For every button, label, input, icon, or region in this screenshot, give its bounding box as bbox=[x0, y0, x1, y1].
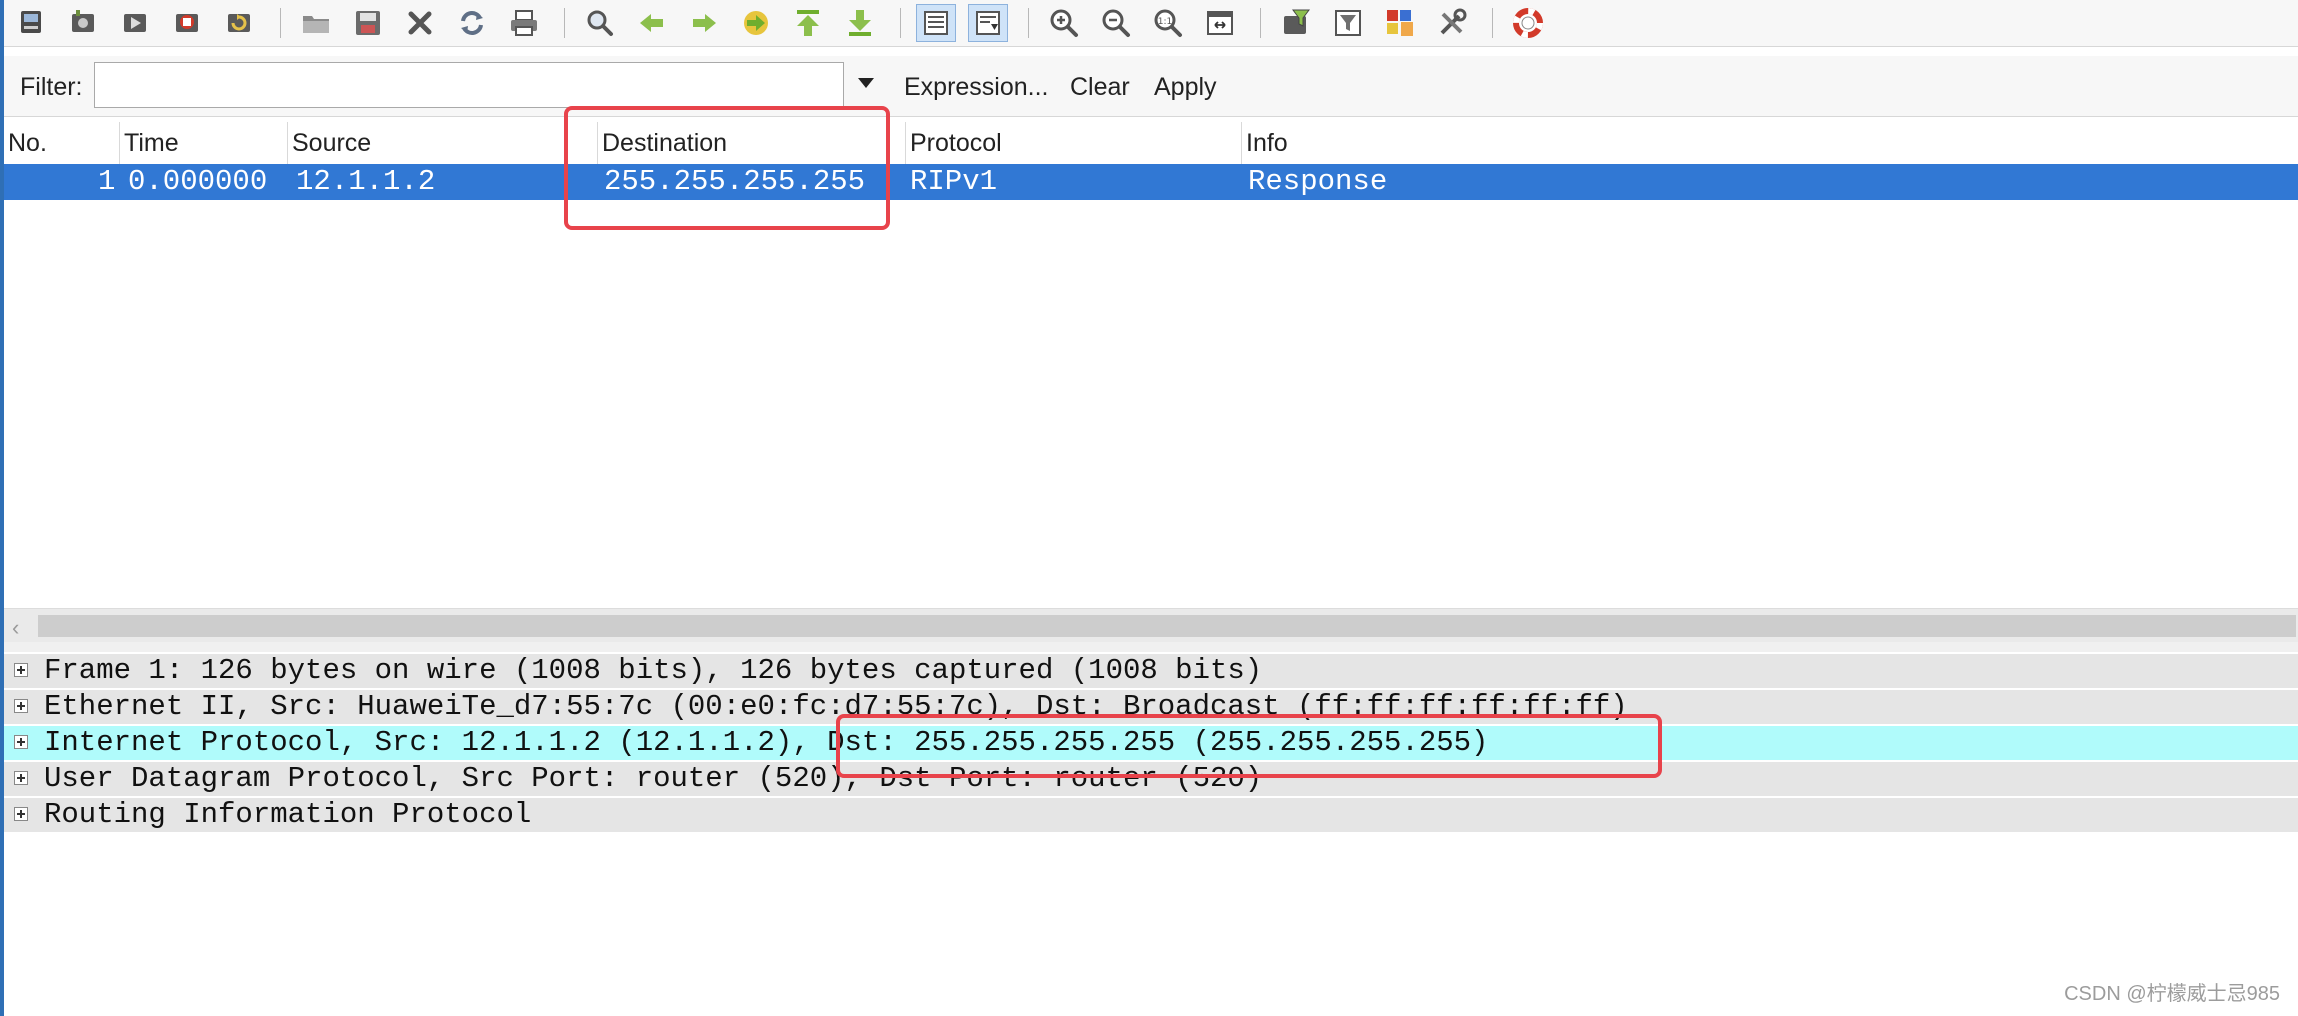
normal-size-icon[interactable]: 1:1 bbox=[1148, 4, 1188, 42]
filter-label: Filter: bbox=[20, 73, 83, 101]
filter-toolbar: Filter: Expression... Clear Apply bbox=[4, 56, 2298, 117]
toolbar-separator bbox=[1260, 8, 1261, 38]
interfaces-icon[interactable] bbox=[12, 4, 52, 42]
go-forward-icon[interactable] bbox=[684, 4, 724, 42]
start-capture-icon[interactable] bbox=[116, 4, 156, 42]
filter-input[interactable] bbox=[94, 62, 844, 108]
toolbar-separator bbox=[1492, 8, 1493, 38]
svg-text:1:1: 1:1 bbox=[1158, 17, 1172, 27]
scrollbar-thumb[interactable] bbox=[38, 615, 2296, 637]
capture-options-icon[interactable] bbox=[64, 4, 104, 42]
expand-icon[interactable] bbox=[14, 735, 28, 749]
annotation-box-dst-address bbox=[836, 714, 1662, 778]
tree-item-frame[interactable]: Frame 1: 126 bytes on wire (1008 bits), … bbox=[4, 654, 2298, 690]
help-icon[interactable] bbox=[1508, 4, 1548, 42]
open-file-icon[interactable] bbox=[296, 4, 336, 42]
toolbar-separator bbox=[900, 8, 901, 38]
expand-icon[interactable] bbox=[14, 663, 28, 677]
watermark: CSDN @柠檬威士忌985 bbox=[2064, 983, 2280, 1005]
apply-button[interactable]: Apply bbox=[1154, 73, 1217, 102]
go-to-packet-icon[interactable] bbox=[736, 4, 776, 42]
main-toolbar: 1:1 bbox=[4, 0, 2298, 47]
cell-no: 1 bbox=[98, 165, 116, 198]
scroll-left-icon[interactable]: ‹ bbox=[12, 615, 19, 641]
packet-details-pane: Frame 1: 126 bytes on wire (1008 bits), … bbox=[4, 652, 2298, 1016]
display-filters-icon[interactable] bbox=[1328, 4, 1368, 42]
resize-columns-icon[interactable] bbox=[1200, 4, 1240, 42]
column-header-source[interactable]: Source bbox=[288, 122, 598, 164]
colorize-icon[interactable] bbox=[916, 4, 956, 42]
expression-button[interactable]: Expression... bbox=[904, 73, 1049, 102]
coloring-rules-icon[interactable] bbox=[1380, 4, 1420, 42]
restart-capture-icon[interactable] bbox=[220, 4, 260, 42]
packet-row[interactable]: 1 0.000000 12.1.1.2 255.255.255.255 RIPv… bbox=[4, 164, 2298, 200]
cell-protocol: RIPv1 bbox=[910, 165, 998, 198]
print-icon[interactable] bbox=[504, 4, 544, 42]
toolbar-separator bbox=[1028, 8, 1029, 38]
annotation-box-destination bbox=[564, 106, 890, 230]
column-header-time[interactable]: Time bbox=[120, 122, 288, 164]
cell-source: 12.1.1.2 bbox=[296, 165, 436, 198]
zoom-in-icon[interactable] bbox=[1044, 4, 1084, 42]
go-back-icon[interactable] bbox=[632, 4, 672, 42]
find-packet-icon[interactable] bbox=[580, 4, 620, 42]
expand-icon[interactable] bbox=[14, 699, 28, 713]
packet-list-header: No. Time Source Destination Protocol Inf… bbox=[4, 122, 2298, 165]
save-file-icon[interactable] bbox=[348, 4, 388, 42]
cell-info: Response bbox=[1248, 165, 1388, 198]
zoom-out-icon[interactable] bbox=[1096, 4, 1136, 42]
tree-item-label: Frame 1: 126 bytes on wire (1008 bits), … bbox=[44, 654, 1263, 687]
toolbar-separator bbox=[564, 8, 565, 38]
expand-icon[interactable] bbox=[14, 771, 28, 785]
reload-icon[interactable] bbox=[452, 4, 492, 42]
column-header-protocol[interactable]: Protocol bbox=[906, 122, 1242, 164]
stop-capture-icon[interactable] bbox=[168, 4, 208, 42]
cell-time: 0.000000 bbox=[128, 165, 268, 198]
clear-button[interactable]: Clear bbox=[1070, 73, 1130, 102]
auto-scroll-icon[interactable] bbox=[968, 4, 1008, 42]
horizontal-scrollbar[interactable]: ‹ bbox=[4, 608, 2298, 643]
close-file-icon[interactable] bbox=[400, 4, 440, 42]
packet-list-empty-area[interactable] bbox=[4, 200, 2298, 606]
column-header-info[interactable]: Info bbox=[1242, 122, 2298, 164]
expand-icon[interactable] bbox=[14, 807, 28, 821]
column-header-no[interactable]: No. bbox=[4, 122, 120, 164]
go-first-packet-icon[interactable] bbox=[788, 4, 828, 42]
capture-filters-icon[interactable] bbox=[1276, 4, 1316, 42]
tree-item-label: Routing Information Protocol bbox=[44, 798, 532, 831]
tree-item-rip[interactable]: Routing Information Protocol bbox=[4, 798, 2298, 834]
preferences-icon[interactable] bbox=[1432, 4, 1472, 42]
toolbar-separator bbox=[280, 8, 281, 38]
chevron-down-icon[interactable] bbox=[858, 78, 874, 88]
go-last-packet-icon[interactable] bbox=[840, 4, 880, 42]
